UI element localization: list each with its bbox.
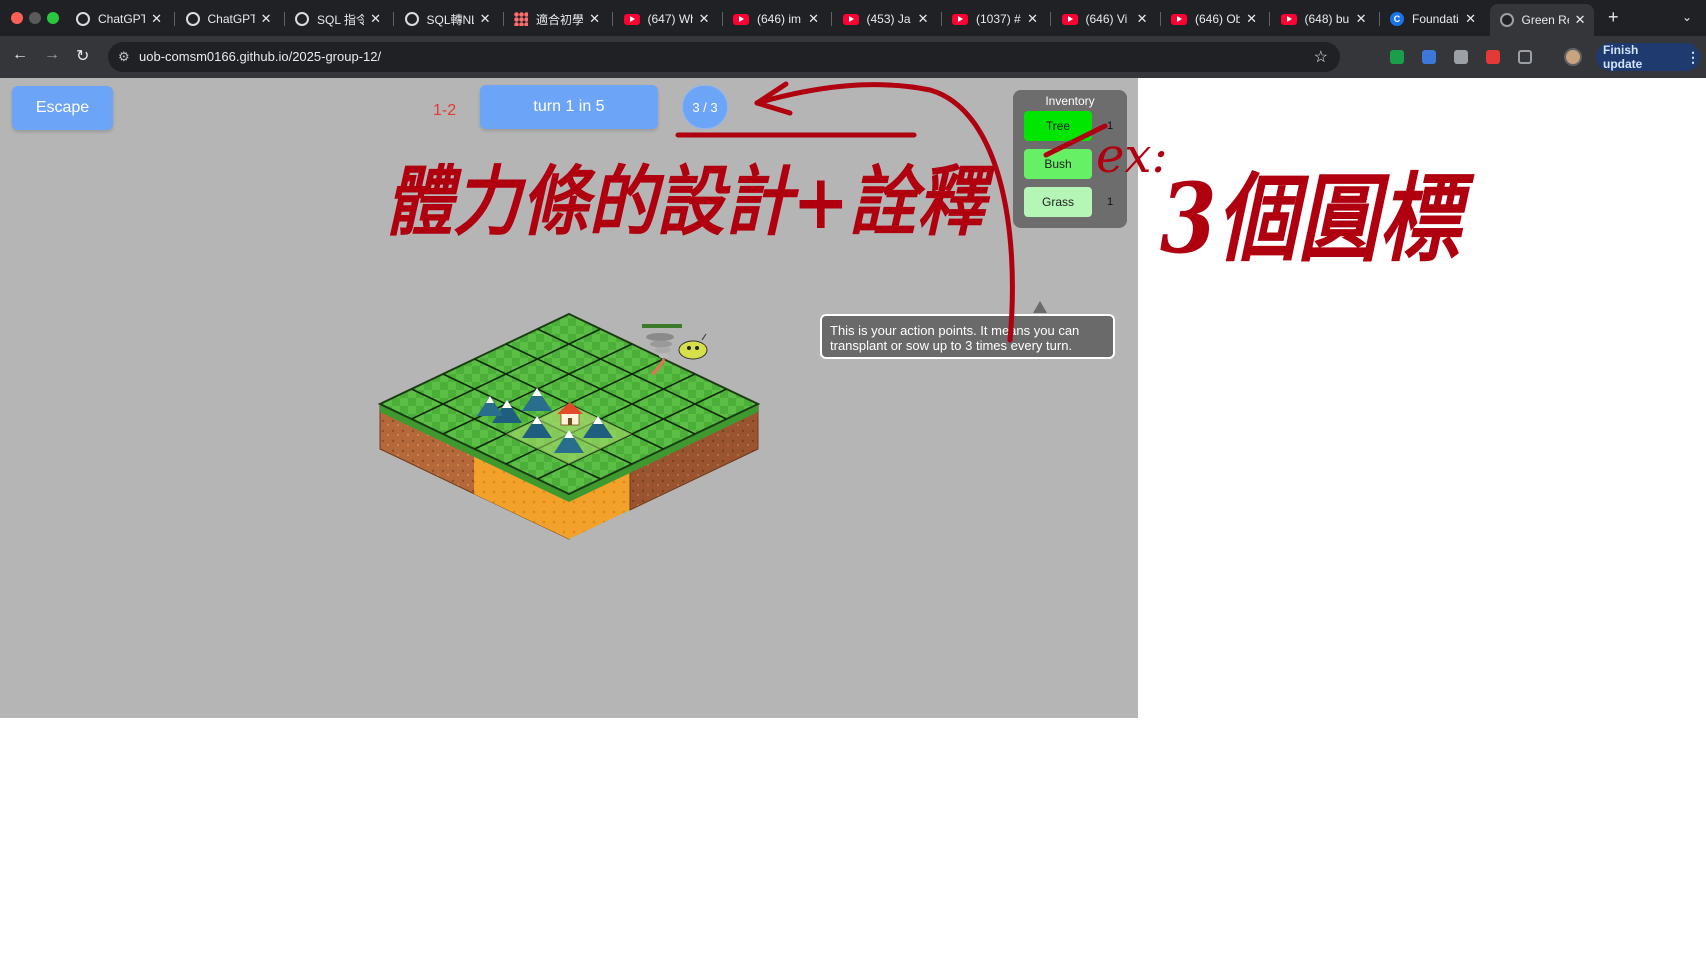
chatgpt-icon	[76, 12, 90, 26]
bookmark-star-icon[interactable]: ☆	[1314, 47, 1328, 67]
zoom-window-button[interactable]	[47, 12, 59, 24]
inventory-title: Inventory	[1045, 94, 1095, 108]
inventory-count-grass: 1	[1107, 196, 1114, 208]
browser-tab-bar: ChatGPT ✕ ChatGPT ✕ SQL 指令 ✕ SQL轉NL ✕ 適合初學 ✕ (647)…	[0, 0, 1706, 36]
close-tab-icon[interactable]: ✕	[699, 11, 710, 27]
browser-tab[interactable]: Green Re ✕	[1489, 4, 1594, 36]
level-label: 1-2	[433, 102, 457, 119]
browser-tab[interactable]: (1037) # ✕	[942, 6, 1046, 32]
tab-title: (646) Vi	[1085, 12, 1128, 26]
browser-tab[interactable]: (646) im ✕	[723, 6, 827, 32]
inventory-count-tree: 1	[1107, 120, 1114, 132]
tab-search-icon[interactable]: ⌄	[1682, 10, 1692, 24]
extension-translate-icon[interactable]	[1422, 50, 1436, 64]
chatgpt-icon	[404, 12, 419, 26]
game-canvas[interactable]: Escape 1-2 turn 1 in 5 3 / 3 Inventory T…	[0, 78, 1138, 718]
back-icon[interactable]: ←	[12, 46, 28, 64]
browser-tab[interactable]: C Foundati ✕	[1380, 6, 1484, 32]
profile-avatar[interactable]	[1564, 48, 1582, 66]
youtube-icon	[1280, 13, 1297, 25]
youtube-icon	[1061, 13, 1078, 25]
tab-title: ChatGPT	[98, 12, 146, 26]
tab-title: 適合初學	[536, 12, 584, 27]
finish-update-label: Finish update	[1603, 43, 1643, 71]
more-menu-icon: ⋮	[1686, 48, 1700, 65]
tab-title: SQL轉NL	[426, 12, 474, 27]
close-tab-icon[interactable]: ✕	[370, 11, 381, 27]
globe-icon	[1499, 13, 1514, 27]
close-tab-icon[interactable]: ✕	[480, 11, 491, 27]
inventory-item-label: Bush	[1044, 157, 1072, 171]
tab-title: (646) Ob	[1195, 12, 1241, 26]
close-window-button[interactable]	[11, 12, 23, 24]
close-tab-icon[interactable]: ✕	[1246, 11, 1257, 27]
c-icon: C	[1390, 12, 1404, 26]
extension-camera-icon[interactable]	[1454, 50, 1468, 64]
extension-youtube-icon[interactable]	[1486, 50, 1500, 64]
youtube-icon	[733, 13, 749, 25]
tab-title: (648) bu	[1304, 12, 1350, 26]
close-tab-icon[interactable]: ✕	[1465, 11, 1476, 27]
close-tab-icon[interactable]: ✕	[589, 11, 600, 27]
browser-tab[interactable]: (647) Wh ✕	[614, 6, 718, 32]
browser-tab[interactable]: (648) bu ✕	[1271, 6, 1375, 32]
reload-icon[interactable]: ↻	[76, 46, 89, 66]
turn-counter-button[interactable]: turn 1 in 5	[480, 85, 658, 129]
browser-tab[interactable]: SQL 指令 ✕	[285, 6, 389, 32]
tab-title: (1037) #	[976, 12, 1021, 26]
address-bar[interactable]: ⚙ uob-comsm0166.github.io/2025-group-12/…	[108, 42, 1340, 72]
browser-toolbar: ← → ↻ ⚙ uob-comsm0166.github.io/2025-gro…	[0, 36, 1706, 78]
browser-tab[interactable]: ChatGPT ✕	[66, 6, 170, 32]
tooltip-arrow	[1033, 301, 1047, 313]
minimize-window-button[interactable]	[29, 12, 41, 24]
tab-title: (646) im	[757, 12, 802, 26]
close-tab-icon[interactable]: ✕	[1137, 11, 1148, 27]
tab-title: (453) Ja	[866, 12, 911, 26]
browser-tab[interactable]: (646) Ob ✕	[1161, 6, 1265, 32]
chatgpt-icon	[295, 12, 309, 26]
url-text[interactable]: uob-comsm0166.github.io/2025-group-12/	[139, 49, 381, 64]
handwriting-note-3: 3個圓標	[1160, 162, 1475, 275]
tab-title: Foundati	[1412, 12, 1459, 26]
close-tab-icon[interactable]: ✕	[1356, 11, 1367, 27]
action-points-badge[interactable]: 3 / 3	[682, 85, 728, 129]
close-tab-icon[interactable]: ✕	[1027, 11, 1038, 27]
youtube-icon	[952, 13, 968, 25]
dots-icon	[514, 12, 528, 26]
youtube-icon	[1171, 13, 1187, 25]
inventory-item-label: Tree	[1045, 119, 1071, 133]
action-points-tooltip: This is your action points. It means you…	[820, 314, 1115, 359]
close-tab-icon[interactable]: ✕	[261, 11, 272, 27]
youtube-icon	[842, 13, 859, 25]
browser-tab[interactable]: ChatGPT ✕	[176, 6, 280, 32]
site-info-icon[interactable]: ⚙	[118, 49, 130, 65]
tab-title: (647) Wh	[647, 12, 693, 26]
extensions-puzzle-icon[interactable]	[1518, 50, 1532, 64]
extension-record-icon[interactable]	[1390, 50, 1404, 64]
inventory-item-tree[interactable]: Tree	[1024, 111, 1092, 141]
inventory-item-grass[interactable]: Grass	[1024, 187, 1092, 217]
inventory-item-bush[interactable]: Bush	[1024, 149, 1092, 179]
chatgpt-icon	[185, 12, 200, 26]
forward-icon[interactable]: →	[44, 46, 60, 64]
close-tab-icon[interactable]: ✕	[151, 11, 162, 27]
youtube-icon	[623, 13, 640, 25]
creature-icon[interactable]	[678, 333, 708, 360]
tab-title: Green Re	[1521, 13, 1569, 27]
browser-tab[interactable]: SQL轉NL ✕	[395, 6, 499, 32]
browser-tab[interactable]: 適合初學 ✕	[504, 6, 608, 32]
tab-title: ChatGPT	[207, 12, 255, 26]
escape-button[interactable]: Escape	[12, 86, 113, 130]
inventory-panel: Inventory Tree Bush Grass 1 1	[1013, 90, 1127, 228]
finish-update-button[interactable]: Finish update ⋮	[1596, 43, 1700, 71]
tab-title: SQL 指令	[317, 12, 365, 27]
browser-tab[interactable]: (453) Ja ✕	[833, 6, 937, 32]
close-tab-icon[interactable]: ✕	[918, 11, 929, 27]
isometric-board[interactable]	[0, 78, 1138, 718]
close-tab-icon[interactable]: ✕	[808, 11, 819, 27]
inventory-item-label: Grass	[1041, 195, 1074, 209]
browser-tab[interactable]: (646) Vi ✕	[1052, 6, 1156, 32]
close-tab-icon[interactable]: ✕	[1575, 12, 1586, 28]
new-tab-button[interactable]: +	[1608, 7, 1619, 28]
